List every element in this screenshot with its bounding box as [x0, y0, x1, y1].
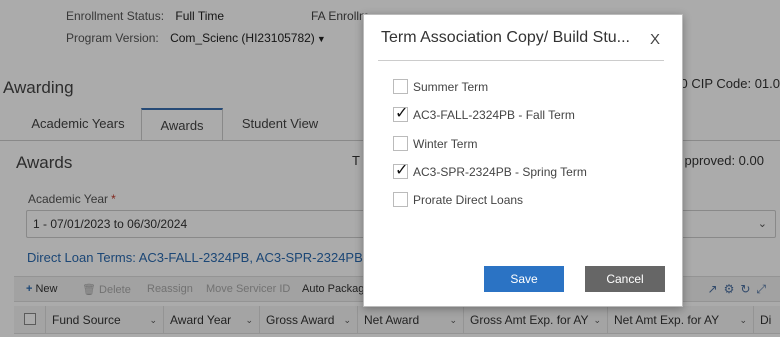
option-label: Winter Term: [413, 137, 478, 151]
option-label: Summer Term: [413, 80, 489, 94]
checkmark-icon: ✓: [395, 105, 409, 122]
checkbox[interactable]: [393, 192, 408, 207]
checkbox[interactable]: ✓: [393, 105, 408, 122]
checkbox[interactable]: ✓: [393, 162, 408, 179]
checkbox[interactable]: [393, 136, 408, 151]
checkbox[interactable]: [393, 79, 408, 94]
option-label: AC3-SPR-2324PB - Spring Term: [413, 165, 587, 179]
checkmark-icon: ✓: [395, 162, 409, 179]
save-button[interactable]: Save: [484, 266, 564, 292]
student-awarding-page: Enrollment Status: Full Time FA Enrollm …: [0, 0, 780, 337]
close-button[interactable]: X: [650, 31, 660, 48]
dialog-title: Term Association Copy/ Build Stu...: [381, 29, 630, 46]
option-label: AC3-FALL-2324PB - Fall Term: [413, 108, 575, 122]
cancel-button[interactable]: Cancel: [585, 266, 665, 292]
term-association-dialog: Term Association Copy/ Build Stu... X Su…: [363, 14, 683, 307]
dialog-divider: [378, 60, 664, 61]
option-label: Prorate Direct Loans: [413, 193, 524, 207]
